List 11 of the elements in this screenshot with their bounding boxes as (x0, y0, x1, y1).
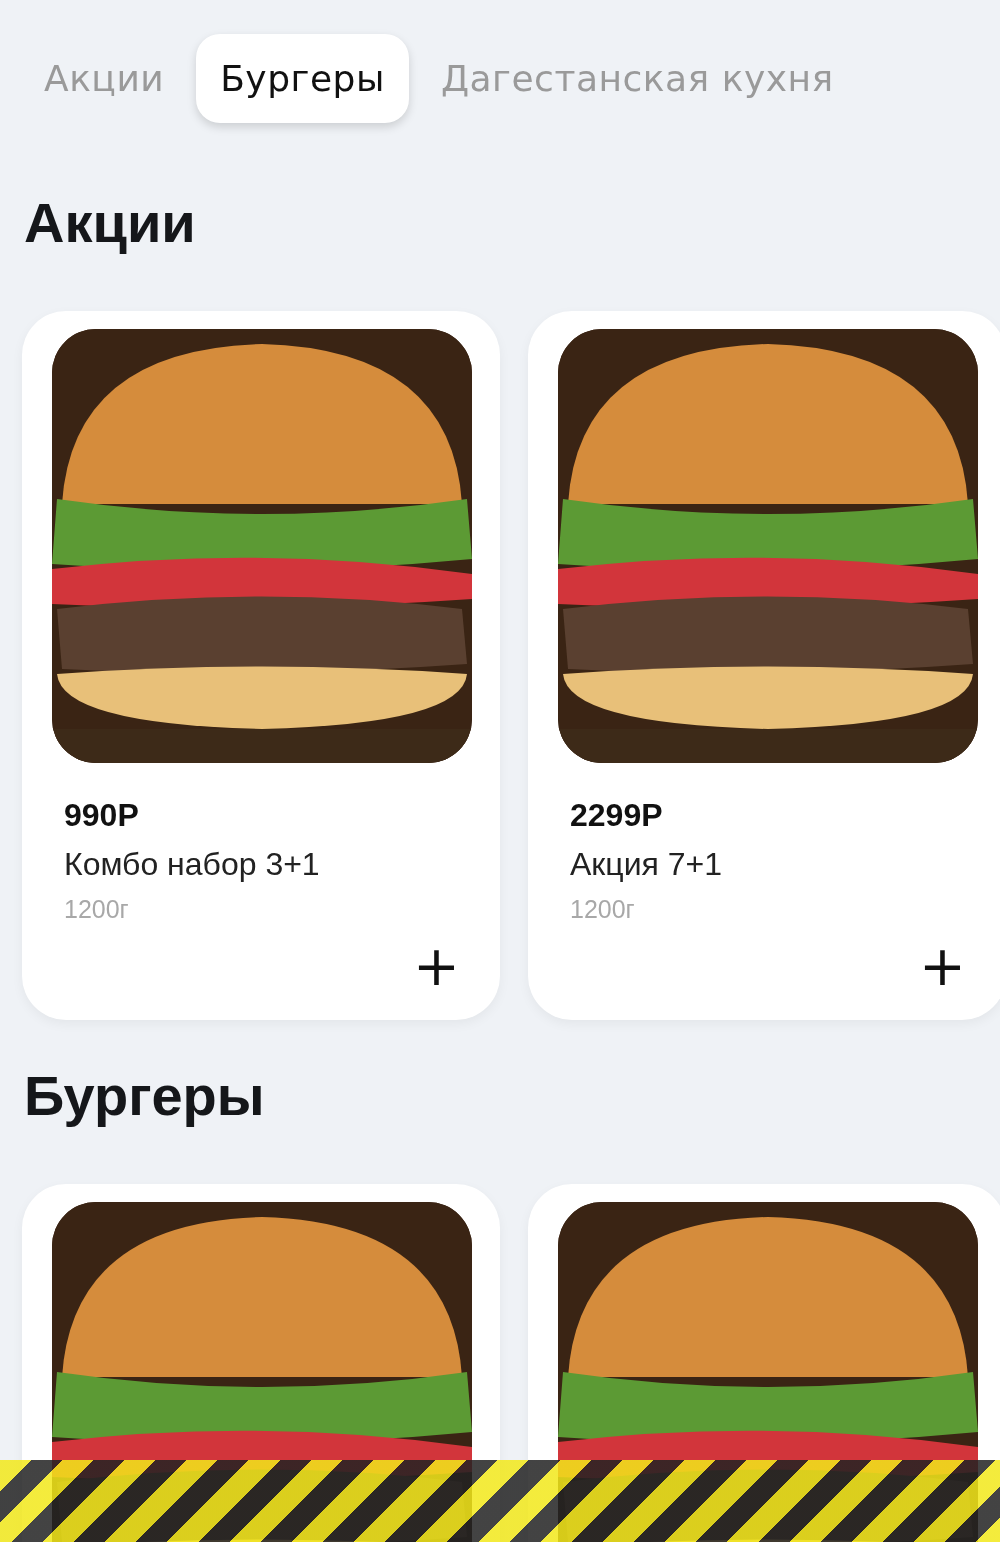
add-button[interactable]: + (907, 938, 978, 994)
product-price: 990Р (64, 797, 140, 834)
product-name: Комбо набор 3+1 (64, 846, 321, 883)
product-weight: 1200г (570, 895, 636, 924)
product-card[interactable]: 2299Р Акция 7+1 1200г + (528, 311, 1000, 1020)
product-card[interactable]: 990Р Комбо набор 3+1 1200г + (22, 311, 500, 1020)
product-price: 2299Р (570, 797, 664, 834)
product-name: Акция 7+1 (570, 846, 724, 883)
category-tab[interactable]: Бургеры (196, 34, 409, 123)
product-weight: 1200г (64, 895, 130, 924)
add-button[interactable]: + (401, 938, 472, 994)
